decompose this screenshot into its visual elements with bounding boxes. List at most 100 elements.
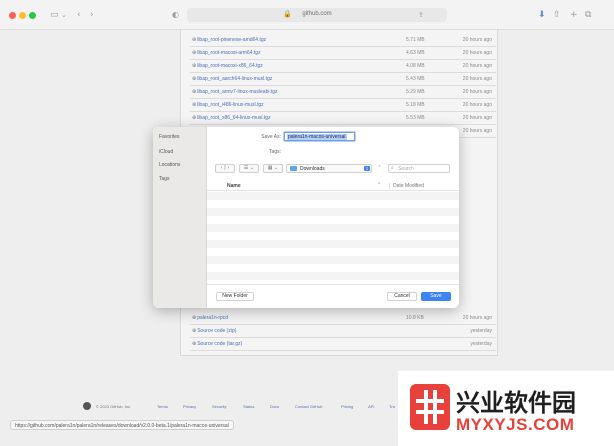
- file-list-row[interactable]: [207, 192, 459, 200]
- search-icon: ⌕: [391, 165, 394, 171]
- sidebar-item-locations[interactable]: Locations: [159, 162, 180, 168]
- footer-link-docs[interactable]: Docs: [270, 404, 279, 409]
- file-list-row[interactable]: [207, 272, 459, 280]
- footer-link-privacy[interactable]: Privacy: [183, 404, 196, 409]
- watermark: 兴业软件园 MYXYJS.COM: [398, 371, 614, 446]
- close-window-button[interactable]: [9, 12, 16, 19]
- github-logo-icon[interactable]: [83, 402, 91, 410]
- minimize-window-button[interactable]: [19, 12, 26, 19]
- file-list-row[interactable]: [207, 208, 459, 216]
- file-list-row[interactable]: [207, 216, 459, 224]
- asset-date: 20 hours ago: [462, 102, 492, 108]
- file-list-row[interactable]: [207, 200, 459, 208]
- watermark-logo-icon: [410, 384, 450, 430]
- asset-row[interactable]: ⊛libap_root-macosi-x86_64.tgz 4.08 MB 20 h…: [190, 60, 496, 73]
- asset-row[interactable]: ⊛libap_root_aarch64-linux-musl.tgz 5.43 M…: [190, 73, 496, 86]
- new-tab-icon[interactable]: +: [570, 9, 578, 21]
- footer-link-contact[interactable]: Contact GitHub: [295, 404, 322, 409]
- asset-link[interactable]: ⊛Source code (tar.gz): [192, 341, 242, 347]
- sidebar-item-tags[interactable]: Tags: [159, 176, 170, 182]
- asset-link[interactable]: ⊛libap_root_x86_64-linux-musl.tgz: [192, 115, 271, 121]
- search-placeholder: Search: [398, 166, 414, 172]
- back-icon[interactable]: ‹: [77, 9, 81, 21]
- new-folder-button[interactable]: New Folder: [216, 292, 254, 301]
- chevron-updown-icon: ⇕: [364, 166, 370, 171]
- asset-size: 5.53 MB: [406, 115, 425, 121]
- watermark-title: 兴业软件园: [456, 389, 576, 417]
- asset-link[interactable]: ⊛Source code (zip): [192, 328, 236, 334]
- forward-icon[interactable]: ›: [90, 9, 94, 21]
- save-button[interactable]: Save: [421, 292, 451, 301]
- asset-row[interactable]: ⊛palera1n-rpcd 10.8 KB 20 hours ago: [190, 312, 496, 325]
- asset-name: libap_root_i486-linux-musl.tgz: [197, 102, 264, 108]
- save-as-value: palera1n-macos-universal: [287, 134, 347, 140]
- footer-link-training[interactable]: Tra: [389, 404, 395, 409]
- asset-row[interactable]: ⊛libap_root-macosi-arm64.tgz 4.63 MB 20 ho…: [190, 47, 496, 60]
- cancel-button[interactable]: Cancel: [387, 292, 417, 301]
- share-icon[interactable]: ⇧: [553, 9, 561, 21]
- footer-link-pricing[interactable]: Pricing: [341, 404, 353, 409]
- file-list-row[interactable]: [207, 240, 459, 248]
- asset-row[interactable]: ⊛libap_root-pinenese-amd64.tgz 5.71 MB 20 …: [190, 34, 496, 47]
- file-list-row[interactable]: [207, 248, 459, 256]
- list-view-icon[interactable]: ☰ ⌄: [239, 164, 259, 173]
- file-list-row[interactable]: [207, 232, 459, 240]
- sidebar-toggle-icon[interactable]: ▭: [50, 9, 59, 21]
- asset-size: 5.18 MB: [406, 102, 425, 108]
- status-bar-url: https://github.com/palera1n/palera1n/rel…: [10, 420, 234, 430]
- grid-view-icon[interactable]: ▦ ⌄: [263, 164, 283, 173]
- package-icon: ⊛: [192, 63, 197, 69]
- asset-name: libap_root_armv7-linux-musleabi.tgz: [197, 89, 278, 95]
- share-ui-icon[interactable]: ⇪: [418, 9, 424, 21]
- asset-row[interactable]: ⊛libap_root_armv7-linux-musleabi.tgz 5.29…: [190, 86, 496, 99]
- back-forward-buttons[interactable]: ‹ | ›: [215, 164, 235, 173]
- column-date-modified[interactable]: Date Modified: [389, 183, 424, 189]
- expand-chevron-icon[interactable]: ⌃: [375, 164, 384, 173]
- search-input[interactable]: ⌕ Search: [388, 164, 450, 173]
- asset-row[interactable]: ⊛libap_root_i486-linux-musl.tgz 5.18 MB 20…: [190, 99, 496, 112]
- footer-link-status[interactable]: Status: [243, 404, 254, 409]
- asset-name: libap_root-pinenese-amd64.tgz: [197, 37, 267, 43]
- tab-overview-icon[interactable]: ⧉: [585, 9, 591, 21]
- chevron-down-icon[interactable]: ⌄: [61, 9, 67, 21]
- asset-link[interactable]: ⊛libap_root-macosi-arm64.tgz: [192, 50, 261, 56]
- address-bar-url: github.com: [302, 11, 332, 17]
- footer-copyright: © 2023 GitHub, Inc.: [96, 404, 132, 409]
- privacy-shield-icon[interactable]: ◐: [172, 9, 179, 21]
- column-name[interactable]: Name: [227, 183, 241, 189]
- asset-link[interactable]: ⊛libap_root_aarch64-linux-musl.tgz: [192, 76, 272, 82]
- package-icon: ⊛: [192, 37, 197, 43]
- dialog-footer: New Folder Cancel Save: [207, 284, 459, 308]
- location-popup[interactable]: Downloads ⇕: [286, 164, 372, 173]
- asset-link[interactable]: ⊛palera1n-rpcd: [192, 315, 228, 321]
- file-list-header: Name ⌃ Date Modified: [207, 181, 459, 191]
- asset-link[interactable]: ⊛libap_root-pinenese-amd64.tgz: [192, 37, 266, 43]
- downloads-icon[interactable]: ⬇: [538, 9, 546, 21]
- footer-link-security[interactable]: Security: [212, 404, 226, 409]
- sidebar-item-favorites[interactable]: Favorites: [159, 134, 180, 140]
- folder-icon: [290, 166, 297, 171]
- asset-row[interactable]: ⊛Source code (tar.gz) yesterday: [190, 338, 496, 351]
- sidebar-item-icloud[interactable]: iCloud: [159, 149, 173, 155]
- package-icon: ⊛: [192, 328, 197, 334]
- footer-link-api[interactable]: API: [368, 404, 374, 409]
- maximize-window-button[interactable]: [29, 12, 36, 19]
- address-bar[interactable]: 🔒 github.com: [187, 8, 447, 22]
- package-icon: ⊛: [192, 50, 197, 56]
- file-list-row[interactable]: [207, 264, 459, 272]
- asset-link[interactable]: ⊛libap_root_i486-linux-musl.tgz: [192, 102, 264, 108]
- asset-date: 20 hours ago: [462, 128, 492, 134]
- asset-row[interactable]: ⊛Source code (zip) yesterday: [190, 325, 496, 338]
- asset-date: 20 hours ago: [462, 315, 492, 321]
- footer-link-terms[interactable]: Terms: [157, 404, 168, 409]
- save-as-input[interactable]: palera1n-macos-universal: [284, 132, 355, 141]
- asset-name: Source code (zip): [197, 328, 237, 334]
- asset-link[interactable]: ⊛libap_root-macosi-x86_64.tgz: [192, 63, 263, 69]
- asset-row[interactable]: ⊛libap_root_x86_64-linux-musl.tgz 5.53 MB…: [190, 112, 496, 125]
- file-list-row[interactable]: [207, 256, 459, 264]
- asset-size: 4.63 MB: [406, 50, 425, 56]
- asset-link[interactable]: ⊛libap_root_armv7-linux-musleabi.tgz: [192, 89, 278, 95]
- file-list-row[interactable]: [207, 224, 459, 232]
- asset-name: libap_root-macosi-x86_64.tgz: [197, 63, 263, 69]
- package-icon: ⊛: [192, 341, 197, 347]
